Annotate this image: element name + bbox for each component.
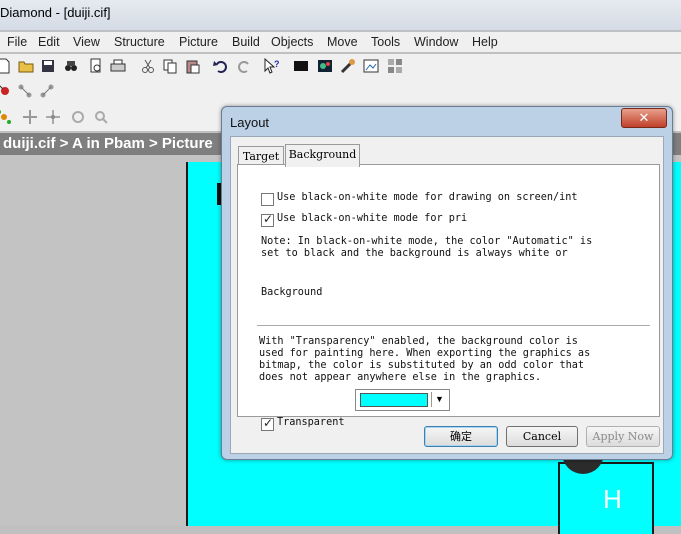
redo-icon[interactable] (236, 58, 252, 74)
check-icon: ✓ (263, 416, 274, 430)
menu-window[interactable]: Window (414, 35, 458, 49)
print-icon[interactable] (110, 58, 126, 74)
tab-background[interactable]: Background (285, 144, 360, 167)
ok-button[interactable]: 确定 (424, 426, 498, 447)
breadcrumb-text: duiji.cif > A in Pbam > Picture (3, 135, 213, 152)
move-icon[interactable] (22, 109, 38, 125)
add-atom-icon[interactable] (0, 83, 13, 99)
zoom-rotate-icon[interactable] (93, 109, 109, 125)
transparency-text-line2: used for painting here. When exporting t… (259, 348, 591, 359)
structure-view-icon[interactable] (317, 58, 333, 74)
close-button[interactable]: ✕ (621, 108, 667, 128)
note-text-line2: set to black and the background is alway… (261, 248, 568, 259)
chevron-down-icon[interactable]: ▼ (431, 392, 447, 407)
menu-view[interactable]: View (73, 35, 100, 49)
close-icon: ✕ (638, 110, 650, 125)
print-bw-checkbox[interactable]: ✓ (261, 212, 274, 227)
note-text-line1: Note: In black-on-white mode, the color … (261, 236, 593, 247)
cut-icon[interactable] (140, 58, 156, 74)
menu-move[interactable]: Move (327, 35, 358, 49)
transparency-text-line4: does not appear anywhere else in the gra… (259, 372, 542, 383)
new-file-icon[interactable] (0, 58, 12, 74)
background-label: Background (261, 287, 323, 298)
check-icon: ✓ (263, 212, 274, 226)
separator (257, 325, 650, 326)
menu-build[interactable]: Build (232, 35, 260, 49)
translate-icon[interactable] (45, 109, 61, 125)
apply-now-button[interactable]: Apply Now (586, 426, 660, 447)
layout-dialog: Layout ✕ Target Background Use black-on-… (221, 106, 673, 460)
open-folder-icon[interactable] (18, 58, 34, 74)
paste-icon[interactable] (185, 58, 201, 74)
background-color-select[interactable]: ▼ (355, 389, 450, 411)
transparent-label: Transparent (277, 417, 345, 428)
atom-label: H (603, 484, 622, 514)
context-help-icon[interactable]: ? (264, 58, 280, 74)
dialog-title: Layout (230, 115, 270, 130)
background-color-icon[interactable] (293, 58, 309, 74)
screen-bw-label: Use black-on-white mode for drawing on s… (277, 192, 578, 203)
transparency-text-line1: With "Transparency" enabled, the backgro… (259, 336, 578, 347)
copy-icon[interactable] (162, 58, 178, 74)
connect-atoms-icon[interactable] (17, 83, 33, 99)
find-icon[interactable] (63, 58, 79, 74)
cancel-button[interactable]: Cancel (506, 426, 578, 447)
bond-tool-icon[interactable] (39, 83, 55, 99)
rotate-icon[interactable] (70, 109, 86, 125)
print-preview-icon[interactable] (88, 58, 104, 74)
picture-tool-icon[interactable] (363, 58, 379, 74)
menu-bar: File Edit View Structure Picture Build O… (0, 32, 681, 52)
menu-objects[interactable]: Objects (271, 35, 313, 49)
title-bar: Diamond - [duiji.cif] (0, 0, 681, 31)
molecule-icon[interactable] (0, 109, 12, 125)
print-bw-label: Use black-on-white mode for pri (277, 213, 468, 224)
dialog-body: Target Background Use black-on-white mod… (230, 136, 664, 454)
build-tool-icon[interactable] (340, 58, 356, 74)
structure-toolbar (0, 79, 681, 105)
save-icon[interactable] (40, 58, 56, 74)
svg-text:?: ? (274, 59, 280, 69)
menu-edit[interactable]: Edit (38, 35, 60, 49)
undo-icon[interactable] (213, 58, 229, 74)
window-title: Diamond - [duiji.cif] (0, 5, 111, 20)
color-swatch (360, 393, 428, 407)
menu-file[interactable]: File (7, 35, 27, 49)
menu-tools[interactable]: Tools (371, 35, 400, 49)
grid-tool-icon[interactable] (387, 58, 403, 74)
transparency-text-line3: bitmap, the color is substituted by an o… (259, 360, 585, 371)
transparent-checkbox[interactable]: ✓ (261, 416, 274, 431)
screen-bw-checkbox[interactable] (261, 193, 274, 206)
menu-picture[interactable]: Picture (179, 35, 218, 49)
menu-structure[interactable]: Structure (114, 35, 165, 49)
menu-help[interactable]: Help (472, 35, 498, 49)
main-toolbar: ? (0, 54, 681, 80)
